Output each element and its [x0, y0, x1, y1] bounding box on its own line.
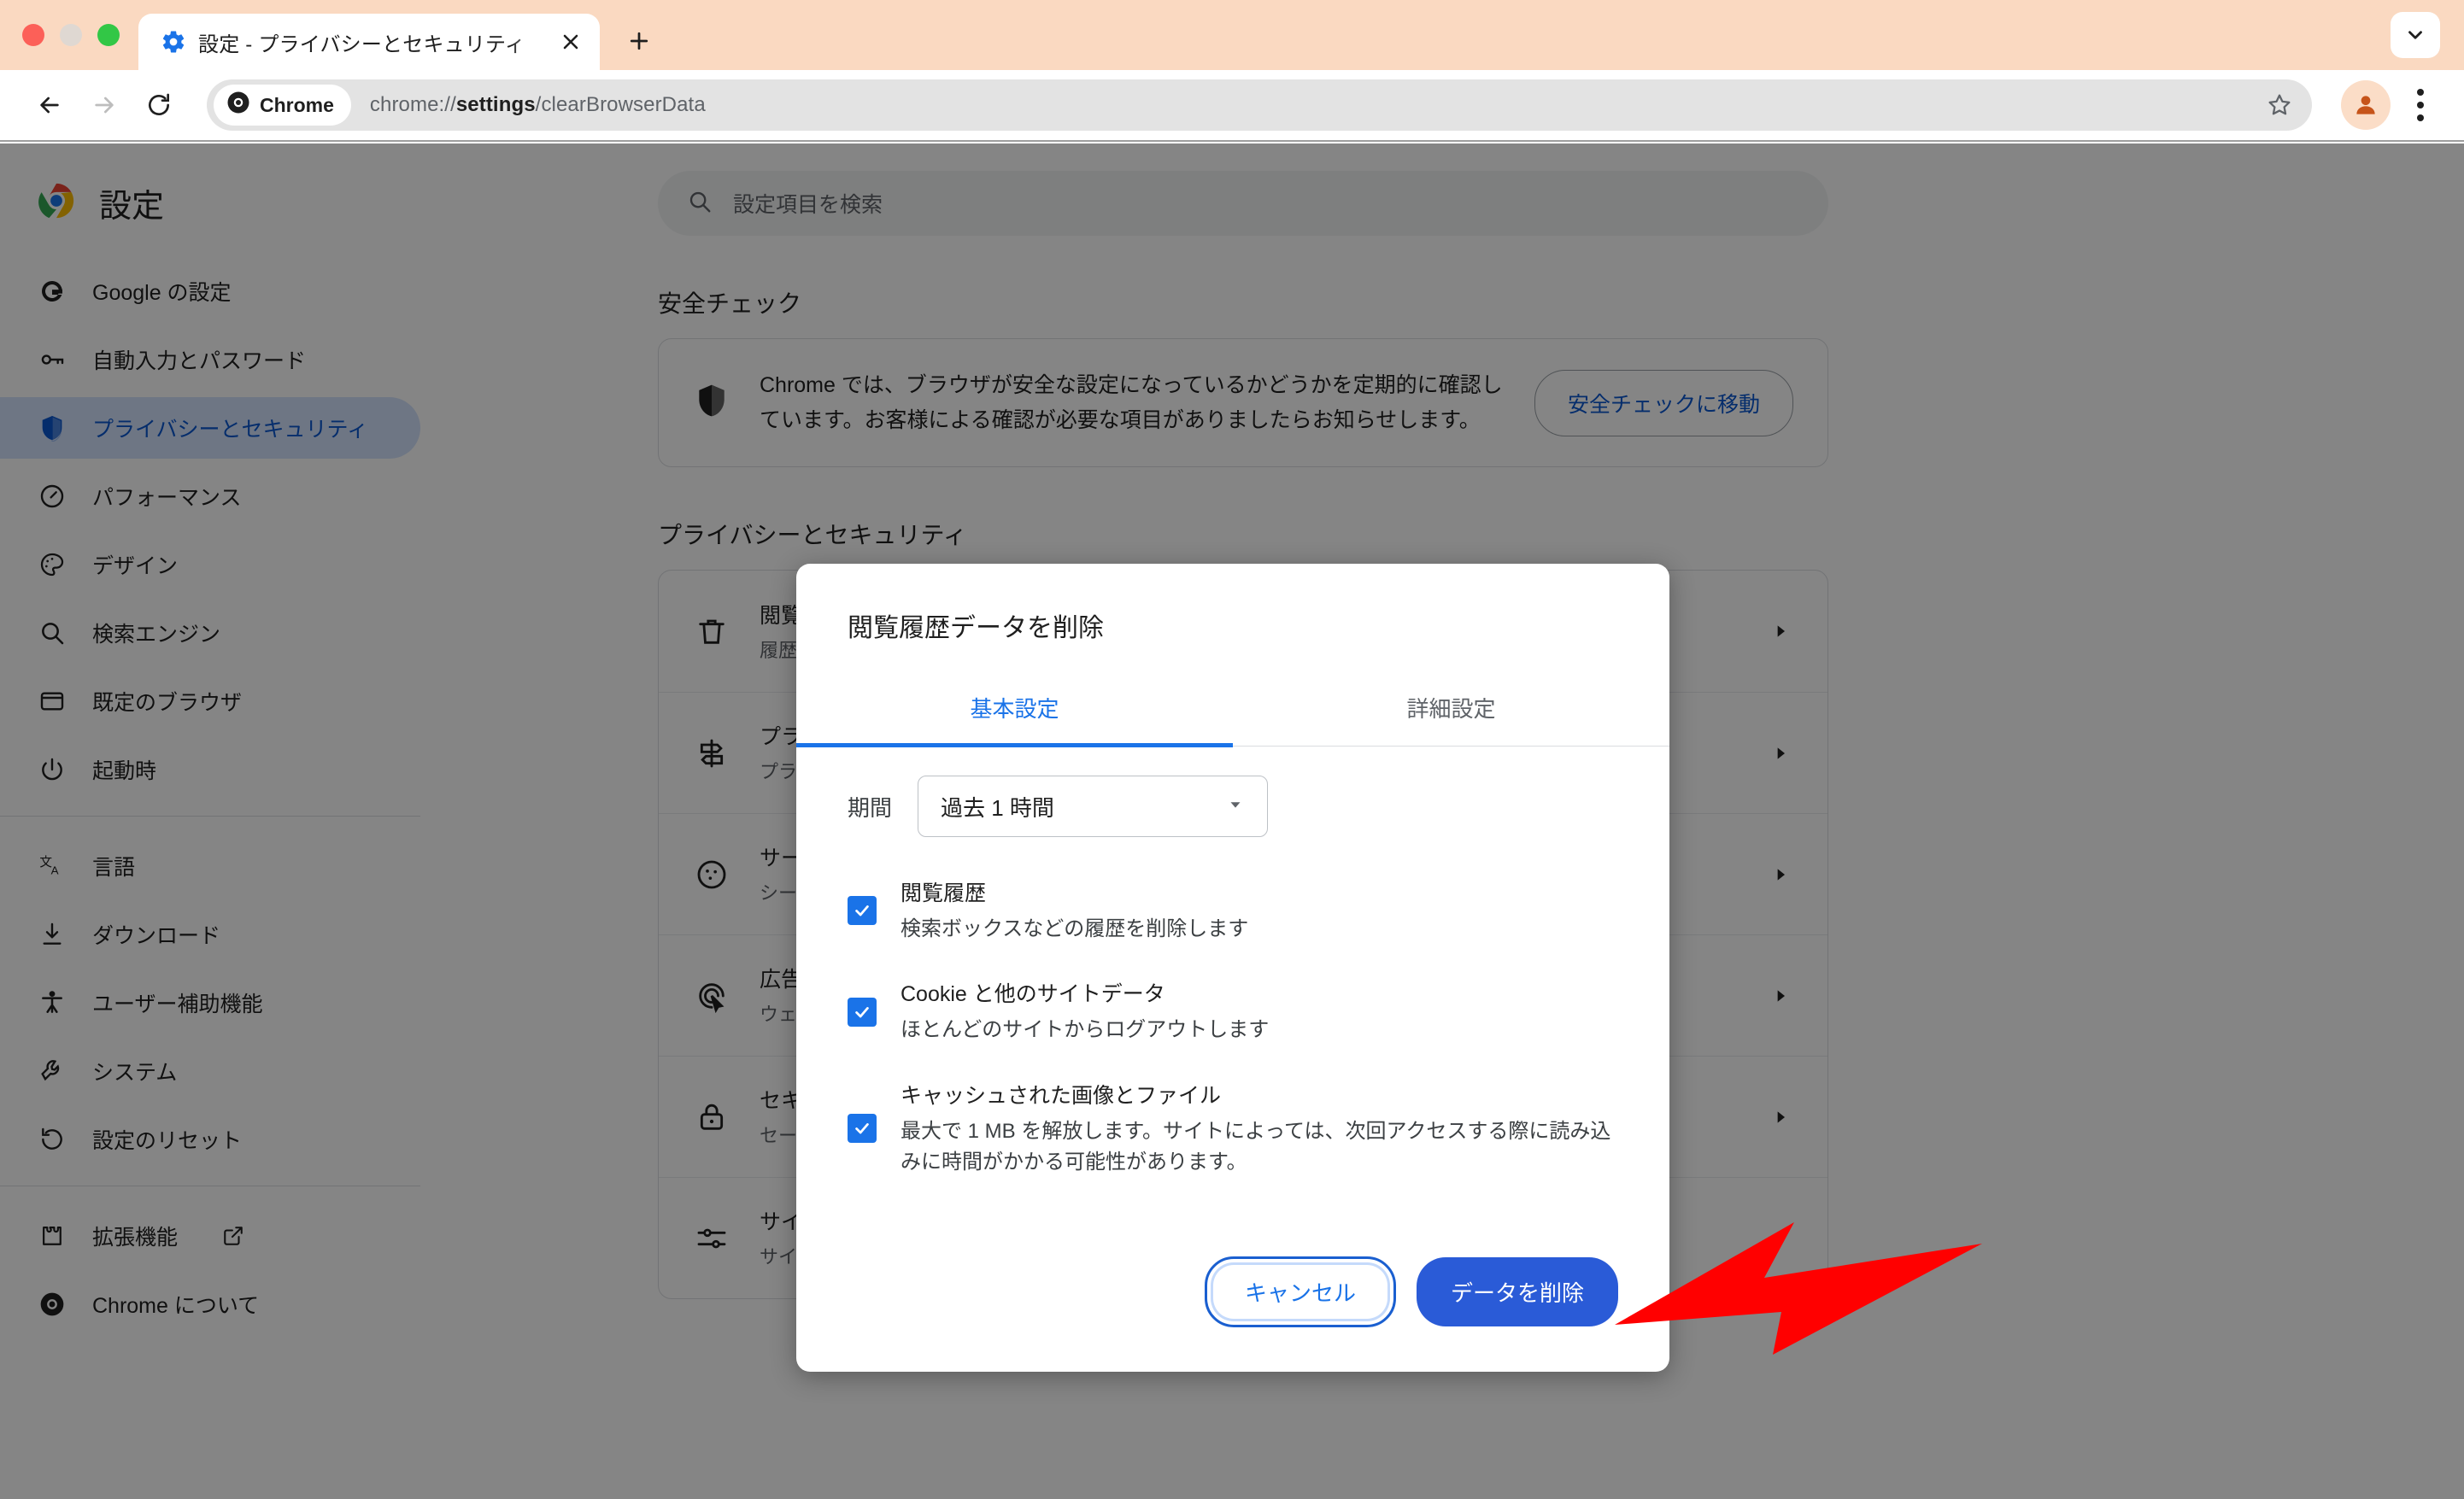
window-traffic-lights: [0, 24, 138, 70]
checkbox-browsing-history[interactable]: [848, 896, 877, 926]
reload-icon[interactable]: [132, 78, 186, 132]
time-range-label: 期間: [848, 794, 893, 821]
gear-icon: [161, 29, 186, 55]
tab-basic[interactable]: 基本設定: [796, 676, 1233, 746]
checkbox-row-browsing-history[interactable]: 閲覧履歴 検索ボックスなどの履歴を削除します: [848, 876, 1618, 945]
settings-page: 設定 Google の設定 自動入力とパスワード プライバシーとセキュリティ パ…: [0, 143, 2464, 1499]
arrow-right-icon[interactable]: [77, 78, 132, 132]
tab-advanced[interactable]: 詳細設定: [1233, 676, 1669, 746]
checkbox-title: キャッシュされた画像とファイル: [901, 1083, 1222, 1108]
checkbox-title: Cookie と他のサイトデータ: [901, 982, 1165, 1007]
maximize-window-button[interactable]: [97, 24, 120, 46]
checkbox-subtitle: ほとんどのサイトからログアウトします: [901, 1018, 1270, 1042]
close-window-button[interactable]: [22, 24, 44, 46]
new-tab-button[interactable]: [615, 17, 663, 65]
browser-window: 設定 - プライバシーとセキュリティ Chrome chrome://setti…: [0, 0, 2464, 1499]
chevron-down-icon[interactable]: [2391, 12, 2440, 58]
omnibox-url[interactable]: chrome://settings/clearBrowserData: [370, 93, 706, 117]
dialog-footer: キャンセル データを削除: [796, 1256, 1669, 1372]
checkbox-subtitle: 最大で 1 MB を解放します。サイトによっては、次回アクセスする際に読み込みに…: [901, 1119, 1611, 1174]
tabstrip-right-controls: [2391, 12, 2464, 70]
checkbox-subtitle: 検索ボックスなどの履歴を削除します: [901, 917, 1249, 940]
url-prefix: chrome://: [369, 93, 456, 116]
clear-browsing-data-dialog: 閲覧履歴データを削除 基本設定 詳細設定 期間 過去 1 時間 閲覧履歴 検索ボ…: [796, 564, 1669, 1372]
time-range-select[interactable]: 過去 1 時間: [918, 776, 1269, 837]
checkbox-row-cached-images[interactable]: キャッシュされた画像とファイル 最大で 1 MB を解放します。サイトによっては…: [848, 1079, 1618, 1179]
star-icon[interactable]: [2259, 85, 2300, 126]
time-range-value: 過去 1 時間: [941, 794, 1054, 821]
cancel-button[interactable]: キャンセル: [1204, 1256, 1396, 1327]
delete-data-button[interactable]: データを削除: [1416, 1257, 1618, 1326]
chrome-chip-label: Chrome: [260, 93, 334, 116]
checkbox-cached-images[interactable]: [848, 1114, 877, 1144]
chrome-origin-chip[interactable]: Chrome: [214, 85, 351, 126]
tab-title: 設定 - プライバシーとセキュリティ: [198, 32, 526, 56]
chrome-icon: [226, 90, 251, 120]
checkbox-row-cookies[interactable]: Cookie と他のサイトデータ ほとんどのサイトからログアウトします: [848, 977, 1618, 1045]
tab-active-indicator: [796, 743, 1233, 747]
url-path: /clearBrowserData: [535, 93, 706, 116]
dialog-title: 閲覧履歴データを削除: [848, 614, 1104, 642]
url-host: settings: [455, 93, 536, 116]
arrow-left-icon[interactable]: [22, 78, 77, 132]
dialog-body: 期間 過去 1 時間 閲覧履歴 検索ボックスなどの履歴を削除します Cookie…: [796, 747, 1669, 1256]
avatar[interactable]: [2341, 80, 2391, 130]
chevron-down-icon: [1226, 793, 1245, 820]
checkbox-cookies[interactable]: [848, 997, 877, 1027]
browser-toolbar: Chrome chrome://settings/clearBrowserDat…: [0, 70, 2464, 142]
time-range-row: 期間 過去 1 時間: [848, 776, 1618, 837]
browser-tab[interactable]: 設定 - プライバシーとセキュリティ: [138, 14, 600, 70]
tab-strip: 設定 - プライバシーとセキュリティ: [0, 0, 2464, 70]
kebab-menu-icon[interactable]: [2399, 80, 2442, 130]
checkbox-title: 閲覧履歴: [901, 881, 987, 905]
dialog-tabs: 基本設定 詳細設定: [796, 676, 1669, 747]
omnibox[interactable]: Chrome chrome://settings/clearBrowserDat…: [207, 79, 2312, 131]
minimize-window-button[interactable]: [60, 24, 82, 46]
close-icon[interactable]: [554, 25, 588, 59]
